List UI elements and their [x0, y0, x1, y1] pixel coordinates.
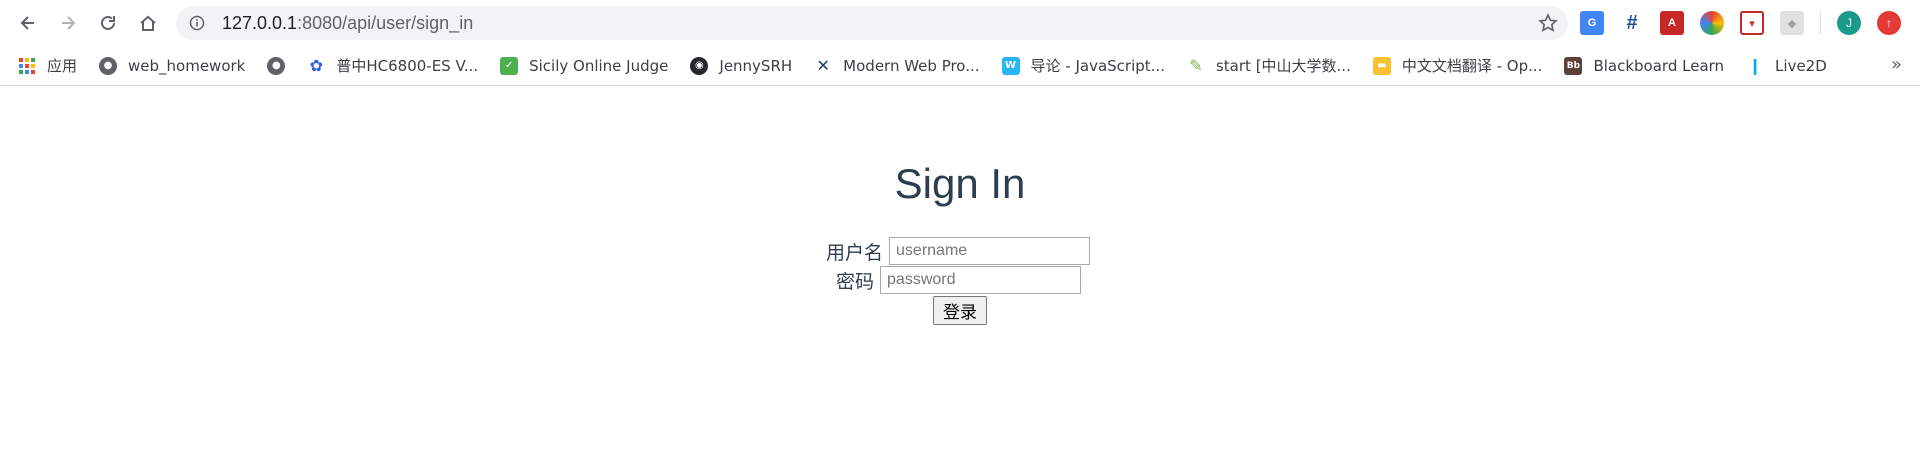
bookmark-globe[interactable]: ● — [267, 56, 286, 75]
url-path: :8080/api/user/sign_in — [297, 12, 474, 33]
url-host: 127.0.0.1 — [222, 12, 298, 33]
bookmark-label: Sicily Online Judge — [529, 56, 669, 75]
bookmark-label: Live2D — [1775, 56, 1827, 75]
bookmark-label: 普中HC6800-ES V... — [336, 57, 479, 75]
forward-arrow-icon — [62, 16, 76, 30]
bookmark-javascript[interactable]: W 导论 - JavaScript... — [1001, 55, 1165, 76]
w-icon: W — [1001, 56, 1020, 75]
baidu-paw-icon: ✿ — [309, 56, 324, 75]
username-label: 用户名 — [826, 241, 884, 264]
bookmark-translate[interactable]: ▬ 中文文档翻译 - Op... — [1372, 55, 1543, 76]
password-input[interactable] — [880, 266, 1082, 294]
address-bar[interactable]: 127.0.0.1:8080/api/user/sign_in — [176, 6, 1568, 40]
pocket-extension-icon[interactable]: ▾ — [1740, 11, 1764, 35]
bb-icon: Bb — [1564, 56, 1583, 75]
bookmark-modern-web[interactable]: ✕ Modern Web Pro... — [814, 56, 980, 75]
bookmark-hc6800[interactable]: ✿ 普中HC6800-ES V... — [307, 55, 478, 76]
color-picker-extension-icon[interactable] — [1700, 11, 1724, 35]
green-check-icon: ✓ — [500, 56, 519, 75]
translate-extension-icon[interactable]: G — [1580, 11, 1604, 35]
site-info-icon[interactable] — [180, 6, 214, 40]
live2d-icon: ❙ — [1748, 56, 1762, 75]
page-content: Sign In 用户名 密码 登录 — [0, 86, 1920, 449]
bookmark-sicily[interactable]: ✓ Sicily Online Judge — [500, 56, 669, 75]
url-text[interactable]: 127.0.0.1:8080/api/user/sign_in — [222, 13, 473, 34]
more-bookmarks-chevron-icon[interactable]: » — [1891, 54, 1902, 75]
crop-extension-icon[interactable]: # — [1620, 11, 1644, 35]
home-icon — [140, 15, 156, 31]
github-icon: ◉ — [690, 56, 709, 75]
reload-button[interactable] — [88, 3, 128, 43]
profile-avatar[interactable]: J — [1837, 11, 1861, 35]
pencil-icon: ✎ — [1189, 56, 1203, 75]
login-button[interactable]: 登录 — [933, 296, 987, 325]
toolbar-separator — [1820, 12, 1821, 34]
update-icon[interactable]: ↑ — [1877, 11, 1901, 35]
bookmark-label: Blackboard Learn — [1593, 56, 1725, 75]
password-label: 密码 — [836, 270, 875, 293]
bookmark-start[interactable]: ✎ start [中山大学数... — [1187, 55, 1351, 76]
apps-grid-icon — [18, 57, 36, 75]
swords-icon: ✕ — [816, 56, 830, 75]
password-row: 密码 — [836, 266, 1082, 294]
browser-toolbar: 127.0.0.1:8080/api/user/sign_in G # A ▾ … — [0, 0, 1920, 46]
bookmark-label: 导论 - JavaScript... — [1030, 57, 1165, 75]
globe-icon: ● — [267, 56, 286, 75]
home-button[interactable] — [128, 3, 168, 43]
bookmark-web-homework[interactable]: ● web_homework — [99, 56, 246, 75]
back-arrow-icon — [20, 16, 34, 30]
bookmark-apps[interactable]: 应用 — [18, 55, 77, 76]
bookmark-blackboard[interactable]: Bb Blackboard Learn — [1564, 56, 1725, 75]
bookmark-label: web_homework — [128, 56, 246, 75]
folder-icon: ▬ — [1372, 56, 1391, 75]
bookmark-label: Modern Web Pro... — [843, 56, 980, 75]
page-title: Sign In — [894, 160, 1026, 207]
bookmark-label: 中文文档翻译 - Op... — [1401, 57, 1543, 75]
back-button[interactable] — [8, 3, 48, 43]
username-row: 用户名 — [826, 237, 1091, 265]
username-input[interactable] — [889, 237, 1091, 265]
reload-icon — [101, 15, 115, 30]
pdf-extension-icon[interactable]: A — [1660, 11, 1684, 35]
shield-extension-icon[interactable]: ◆ — [1780, 11, 1804, 35]
bookmark-jennysrh[interactable]: ◉ JennySRH — [690, 56, 793, 75]
extensions-area: G # A ▾ ◆ J ↑ — [1580, 8, 1917, 38]
bookmark-label: start [中山大学数... — [1215, 57, 1351, 75]
bookmarks-bar: 应用 ● web_homework ● ✿ 普中HC6800-ES V... ✓… — [0, 46, 1920, 86]
bookmark-star-icon[interactable] — [1538, 13, 1558, 33]
bookmark-label: 应用 — [47, 57, 78, 75]
bookmark-label: JennySRH — [719, 56, 793, 75]
forward-button[interactable] — [48, 3, 88, 43]
globe-icon: ● — [99, 56, 118, 75]
bookmark-live2d[interactable]: ❙ Live2D — [1746, 56, 1827, 75]
